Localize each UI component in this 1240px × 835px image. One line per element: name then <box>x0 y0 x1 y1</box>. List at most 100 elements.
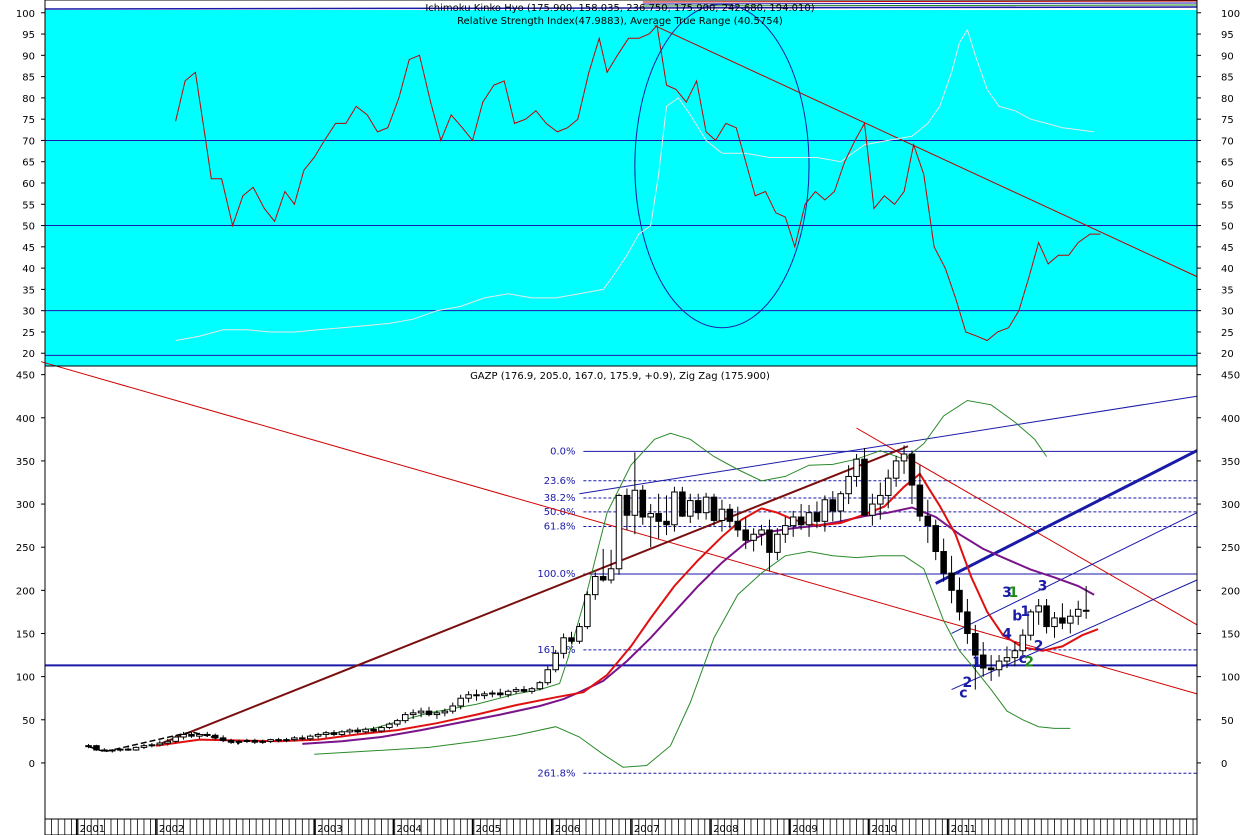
price-tick-label: 400 <box>1221 414 1240 425</box>
candle-body <box>299 737 306 740</box>
candle-body <box>789 516 797 527</box>
rsi-tick-label: 45 <box>22 243 35 254</box>
price-tick-label: 250 <box>16 543 35 554</box>
candle-body <box>465 694 472 699</box>
date-tick-label: 2004 <box>396 824 421 835</box>
candle-body <box>694 500 702 514</box>
rsi-tick-label: 65 <box>1221 158 1234 169</box>
candle-body <box>1059 617 1066 624</box>
rsi-tick-label: 85 <box>22 73 35 84</box>
candle-body <box>378 727 385 732</box>
candle-body <box>576 626 583 642</box>
date-tick-label: 2011 <box>951 824 976 835</box>
candle-body <box>188 733 195 737</box>
date-tick-label: 2008 <box>713 824 738 835</box>
rsi-tick-label: 35 <box>22 285 35 296</box>
fib-level-label: 100.0% <box>537 569 575 580</box>
wave-label: 4 <box>1002 627 1012 643</box>
rsi-tick-label: 45 <box>1221 243 1234 254</box>
price-panel-background <box>45 366 1197 819</box>
date-tick-label: 2006 <box>555 824 580 835</box>
candle-body <box>148 744 156 747</box>
price-tick-label: 0 <box>29 759 35 770</box>
wave-label: 2 <box>1034 639 1044 655</box>
candle-body <box>742 529 749 541</box>
price-tick-label: 300 <box>1221 500 1240 511</box>
rsi-tick-label: 85 <box>1221 73 1234 84</box>
candle-body <box>354 729 362 733</box>
candle-body <box>116 748 124 751</box>
candle-body <box>932 525 939 553</box>
rsi-tick-label: 70 <box>1221 136 1234 147</box>
candle-body <box>109 749 116 752</box>
candle-body <box>1051 617 1058 628</box>
candle-body <box>370 728 377 732</box>
candle-body <box>639 489 647 518</box>
price-tick-label: 200 <box>16 586 35 597</box>
date-tick-label: 2005 <box>476 824 501 835</box>
candle-body <box>306 735 314 740</box>
rsi-tick-label: 90 <box>1221 51 1234 62</box>
candle-body <box>196 733 203 737</box>
candle-body <box>671 491 678 526</box>
candle-body <box>940 551 947 574</box>
candle-body <box>124 748 132 751</box>
fib-level-label: 261.8% <box>537 768 575 779</box>
price-tick-label: 100 <box>16 673 35 684</box>
candle-body <box>861 458 868 516</box>
rsi-tick-label: 80 <box>22 94 35 105</box>
candle-body <box>251 739 259 743</box>
rsi-tick-label: 20 <box>1221 349 1234 360</box>
candle-body <box>782 525 789 535</box>
candle-body <box>797 516 805 526</box>
rsi-tick-label: 40 <box>22 264 35 275</box>
candle-body <box>330 732 338 735</box>
candle-body <box>259 740 267 743</box>
candle-body <box>101 749 108 752</box>
rsi-tick-label: 95 <box>1221 30 1234 41</box>
price-tick-label: 450 <box>1221 371 1240 382</box>
candle-body <box>1074 608 1082 617</box>
price-panel: 0.0%23.6%38.2%50.0%61.8%100.0%161.8%261.… <box>16 361 1240 835</box>
candle-body <box>473 694 480 697</box>
candle-body <box>457 697 464 707</box>
candle-body <box>584 594 591 628</box>
rsi-title: Relative Strength Index(47.9883), Averag… <box>457 16 783 27</box>
candle-body <box>813 512 821 522</box>
rsi-tick-label: 40 <box>1221 264 1234 275</box>
candle-body <box>1011 650 1019 659</box>
candle-body <box>394 720 401 725</box>
rsi-tick-label: 20 <box>22 349 35 360</box>
candle-body <box>401 714 409 722</box>
candle-body <box>1003 657 1011 662</box>
rsi-tick-label: 50 <box>1221 222 1234 233</box>
candle-body <box>924 515 932 527</box>
candle-body <box>884 477 892 496</box>
candle-body <box>235 740 243 743</box>
candle-body <box>552 652 559 671</box>
candle-body <box>679 491 686 517</box>
rsi-tick-label: 35 <box>1221 285 1234 296</box>
rsi-tick-label: 100 <box>1221 9 1240 20</box>
candle-body <box>615 494 623 570</box>
candle-body <box>362 728 369 733</box>
candle-body <box>346 729 354 733</box>
candle-body <box>766 529 773 553</box>
candle-body <box>964 611 971 634</box>
fib-level-label: 38.2% <box>544 493 576 504</box>
candle-body <box>805 512 813 526</box>
price-tick-label: 350 <box>16 457 35 468</box>
candle-body <box>568 637 575 642</box>
candle-body <box>1067 615 1074 624</box>
price-tick-label: 50 <box>1221 716 1234 727</box>
date-tick-label: 2009 <box>792 824 817 835</box>
price-tick-label: 350 <box>1221 457 1240 468</box>
rsi-tick-label: 75 <box>1221 115 1234 126</box>
candle-body <box>591 576 599 596</box>
candle-body <box>972 632 979 656</box>
candle-body <box>687 500 694 517</box>
candle-body <box>536 682 544 690</box>
fib-level-label: 0.0% <box>550 446 575 457</box>
candle-body <box>663 520 670 526</box>
price-title: GAZP (176.9, 205.0, 167.0, 175.9, +0.9),… <box>470 371 770 382</box>
